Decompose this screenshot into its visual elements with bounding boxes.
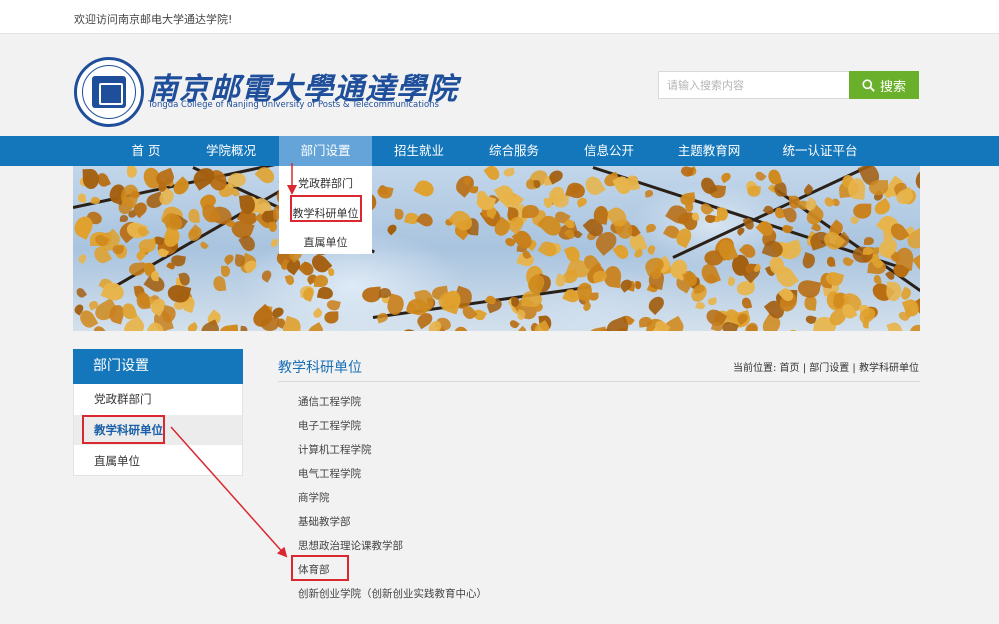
- arrow-to-pe-dept: [170, 426, 288, 558]
- annotation-arrows: [170, 163, 297, 558]
